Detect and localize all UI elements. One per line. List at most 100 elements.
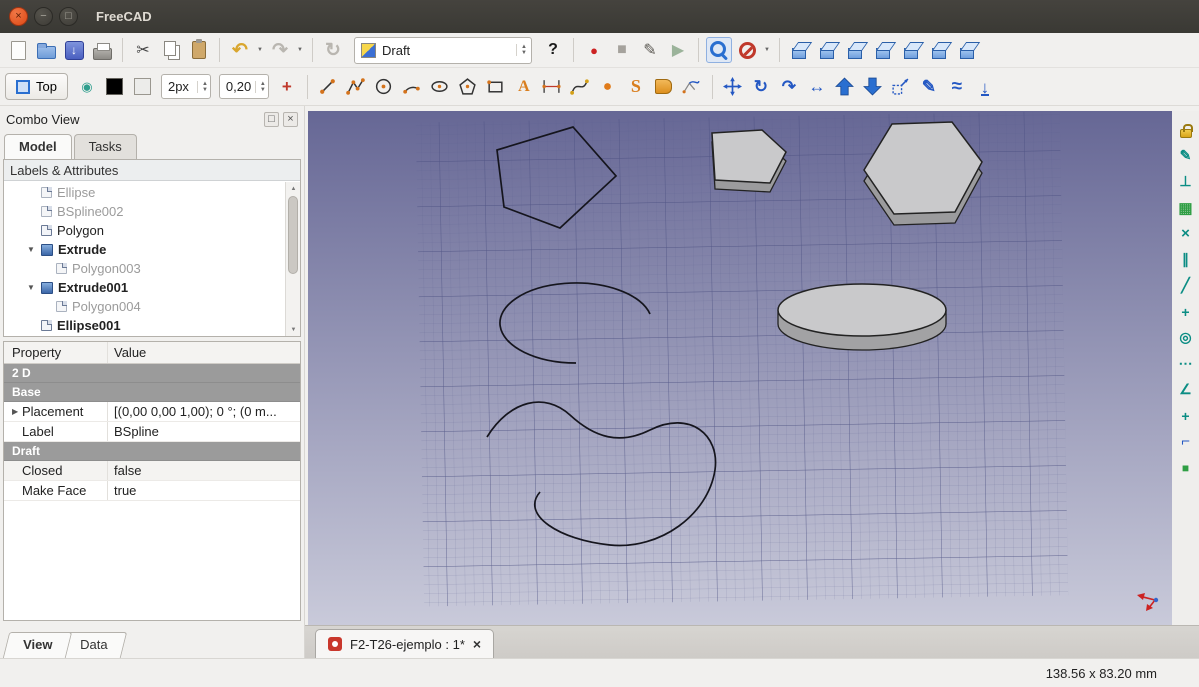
draft-wire-to-bspline-icon[interactable] [679, 74, 705, 100]
draft-rotate-icon[interactable]: ↻ [748, 74, 774, 100]
scrollbar-thumb[interactable] [288, 196, 298, 274]
panel-float-icon[interactable]: □ [264, 112, 279, 127]
refresh-icon[interactable]: ↻ [320, 37, 346, 63]
draft-downgrade-icon[interactable] [860, 74, 886, 100]
undo-icon[interactable]: ↶ [227, 37, 253, 63]
cut-icon[interactable]: ✂ [130, 37, 156, 63]
property-group-base[interactable]: Base [4, 383, 300, 402]
draft-polygon-icon[interactable] [455, 74, 481, 100]
scroll-up-icon[interactable]: ▲ [286, 182, 301, 195]
panel-close-icon[interactable]: × [283, 112, 298, 127]
new-document-icon[interactable] [5, 37, 31, 63]
view-bottom-icon[interactable] [927, 37, 953, 63]
tree-item-polygon[interactable]: Polygon [26, 221, 300, 240]
print-icon[interactable] [89, 37, 115, 63]
snap-angle-icon[interactable]: ∠ [1175, 379, 1196, 400]
face-color-swatch[interactable] [130, 74, 156, 100]
tree-item-ellipse001[interactable]: Ellipse001 [26, 316, 300, 335]
draw-style-icon[interactable] [734, 37, 760, 63]
snap-intersection-icon[interactable]: × [1175, 223, 1196, 244]
draft-shapestring-icon[interactable]: S [623, 74, 649, 100]
tab-tasks[interactable]: Tasks [74, 134, 137, 159]
working-plane-button[interactable]: Top [5, 73, 68, 100]
save-icon[interactable]: ↓ [61, 37, 87, 63]
snap-grid-icon[interactable]: ▦ [1175, 197, 1196, 218]
view-isometric-icon[interactable] [787, 37, 813, 63]
property-group-draft[interactable]: Draft [4, 442, 300, 461]
draft-annotation-style-icon[interactable]: ≈ [944, 74, 970, 100]
draft-move-icon[interactable] [720, 74, 746, 100]
macro-play-icon[interactable]: ▶ [665, 37, 691, 63]
draft-upgrade-icon[interactable] [832, 74, 858, 100]
draft-arc-icon[interactable] [399, 74, 425, 100]
value-column-header[interactable]: Value [108, 345, 300, 360]
tree-item-extrude[interactable]: ▼Extrude [26, 240, 300, 259]
property-row-placement[interactable]: ▶Placement [(0,00 0,00 1,00); 0 °; (0 m.… [4, 402, 300, 422]
workbench-selector[interactable]: Draft ▲ ▼ [354, 37, 532, 64]
titlebar[interactable]: × − □ FreeCAD [0, 0, 1199, 33]
tab-model[interactable]: Model [4, 134, 72, 159]
open-document-icon[interactable] [33, 37, 59, 63]
snap-endpoint-icon[interactable]: ✎ [1175, 145, 1196, 166]
snap-parallel-icon[interactable]: ∥ [1175, 249, 1196, 270]
whats-this-icon[interactable]: ? [540, 37, 566, 63]
tree-item-polygon003[interactable]: Polygon003 [26, 259, 300, 278]
draft-apply-style-icon[interactable]: ↓ [972, 74, 998, 100]
property-row-closed[interactable]: Closed false [4, 461, 300, 481]
tree-scrollbar[interactable]: ▲ ▼ [285, 182, 300, 336]
view-front-icon[interactable] [815, 37, 841, 63]
undo-dropdown-icon[interactable]: ▼ [255, 47, 265, 53]
window-close-button[interactable]: × [9, 7, 28, 26]
macro-stop-icon[interactable]: ■ [609, 37, 635, 63]
tree-item-polygon004[interactable]: Polygon004 [26, 297, 300, 316]
tree-item-extrude001[interactable]: ▼Extrude001 [26, 278, 300, 297]
workbench-selector-arrows[interactable]: ▲ ▼ [516, 44, 527, 56]
redo-dropdown-icon[interactable]: ▼ [295, 47, 305, 53]
view-left-icon[interactable] [955, 37, 981, 63]
snap-lock-icon[interactable] [1175, 119, 1196, 140]
redo-icon[interactable]: ↷ [267, 37, 293, 63]
document-close-icon[interactable]: × [473, 636, 481, 652]
expander-icon[interactable]: ▼ [26, 245, 36, 254]
paste-icon[interactable] [186, 37, 212, 63]
draft-dimension-icon[interactable] [539, 74, 565, 100]
draft-ellipse-icon[interactable] [427, 74, 453, 100]
draft-rectangle-icon[interactable] [483, 74, 509, 100]
tab-view[interactable]: View [3, 632, 73, 658]
macro-record-icon[interactable]: ● [581, 37, 607, 63]
snap-perpendicular-icon[interactable]: ⊥ [1175, 171, 1196, 192]
document-tab[interactable]: F2-T26-ejemplo : 1* × [315, 629, 494, 658]
snap-working-plane-icon[interactable]: ⌐ [1175, 431, 1196, 452]
view-right-icon[interactable] [871, 37, 897, 63]
snap-hold-icon[interactable]: ⋯ [1175, 353, 1196, 374]
make-face-value[interactable]: true [108, 483, 300, 498]
property-row-make-face[interactable]: Make Face true [4, 481, 300, 501]
draft-scale-icon[interactable] [888, 74, 914, 100]
draft-line-icon[interactable] [315, 74, 341, 100]
property-group-2d[interactable]: 2 D [4, 364, 300, 383]
extruded-circle-shape[interactable] [778, 284, 946, 350]
tree-item-ellipse[interactable]: Ellipse [26, 183, 300, 202]
snap-extension-icon[interactable]: ╱ [1175, 275, 1196, 296]
window-maximize-button[interactable]: □ [59, 7, 78, 26]
draft-wire-icon[interactable] [343, 74, 369, 100]
line-width-spinner[interactable]: 2px ▲ ▼ [161, 74, 211, 99]
draft-circle-icon[interactable] [371, 74, 397, 100]
view-rear-icon[interactable] [899, 37, 925, 63]
3d-viewport[interactable] [308, 111, 1172, 625]
draw-style-dropdown-icon[interactable]: ▼ [762, 47, 772, 53]
draft-trimex-icon[interactable]: ↔ [804, 74, 830, 100]
draft-text-icon[interactable]: A [511, 74, 537, 100]
closed-value[interactable]: false [108, 463, 300, 478]
expander-icon[interactable]: ▼ [26, 283, 36, 292]
label-value[interactable]: BSpline [108, 424, 300, 439]
placement-value[interactable]: [(0,00 0,00 1,00); 0 °; (0 m... [108, 404, 300, 419]
expander-icon[interactable]: ▶ [12, 407, 22, 416]
tree-item-bspline002[interactable]: BSpline002 [26, 202, 300, 221]
line-color-swatch[interactable] [102, 74, 128, 100]
copy-icon[interactable] [158, 37, 184, 63]
window-minimize-button[interactable]: − [34, 7, 53, 26]
scroll-down-icon[interactable]: ▼ [286, 323, 301, 336]
fit-all-icon[interactable] [706, 37, 732, 63]
draft-bezier-icon[interactable] [567, 74, 593, 100]
